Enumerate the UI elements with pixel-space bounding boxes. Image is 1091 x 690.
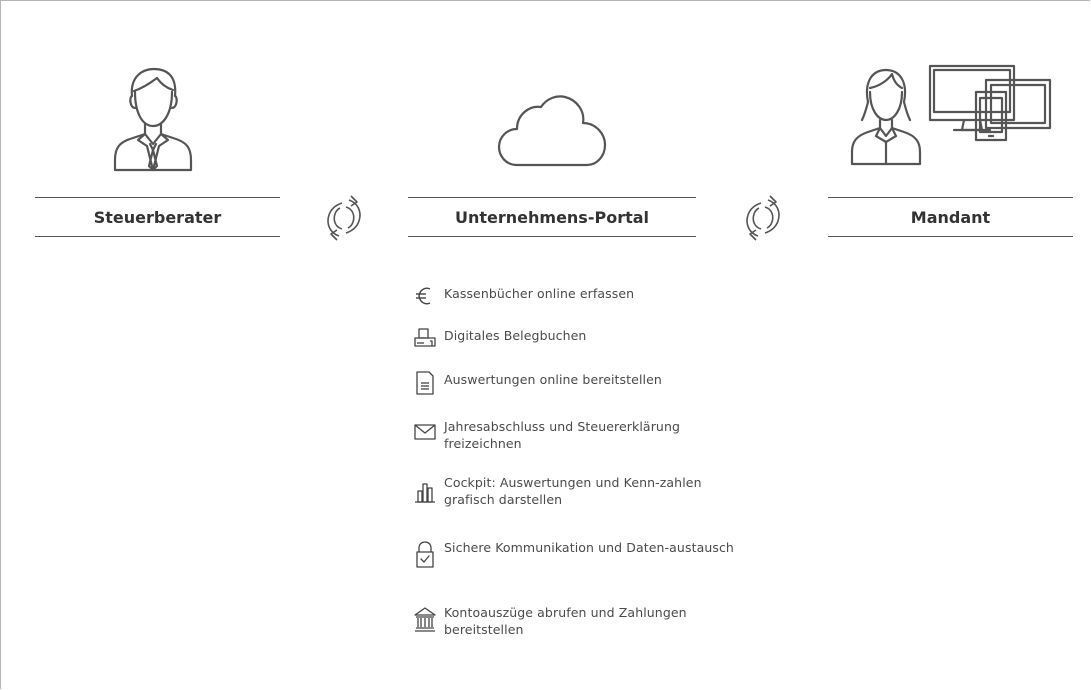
sync-icon (324, 195, 364, 245)
label-portal-text: Unternehmens-Portal (454, 207, 650, 227)
feature-text: Sichere Kommunikation und Daten-austausc… (444, 540, 734, 555)
padlock-icon (414, 539, 436, 568)
label-steuerberater: Steuerberater (35, 197, 280, 237)
feature-item: Jahresabschluss und Steuererklärung frei… (414, 418, 734, 452)
feature-text: Cockpit: Auswertungen und Kenn-zahlen gr… (444, 475, 702, 507)
businessman-icon (105, 66, 201, 174)
cloud-icon (497, 93, 609, 169)
feature-item: Digitales Belegbuchen (414, 327, 734, 351)
feature-item: Kontoauszüge abrufen und Zahlungen berei… (414, 604, 734, 638)
feature-text: Digitales Belegbuchen (444, 328, 587, 343)
client-devices-icon (846, 62, 1056, 172)
feature-item: Auswertungen online bereitstellen (414, 371, 734, 395)
scanner-icon (414, 327, 436, 351)
bar-chart-icon (414, 474, 436, 503)
feature-item: Sichere Kommunikation und Daten-austausc… (414, 539, 734, 568)
feature-text: Kontoauszüge abrufen und Zahlungen berei… (444, 605, 687, 637)
feature-text: Jahresabschluss und Steuererklärung frei… (444, 419, 681, 451)
label-mandant: Mandant (828, 197, 1073, 237)
euro-icon (414, 285, 436, 309)
feature-item: Cockpit: Auswertungen und Kenn-zahlen gr… (414, 474, 734, 508)
label-mandant-text: Mandant (910, 207, 991, 227)
envelope-icon (414, 418, 436, 442)
sync-icon (743, 195, 783, 245)
bank-icon (414, 604, 436, 632)
label-portal: Unternehmens-Portal (408, 197, 696, 237)
feature-item: Kassenbücher online erfassen (414, 285, 734, 309)
feature-text: Kassenbücher online erfassen (444, 286, 635, 301)
document-icon (414, 371, 436, 395)
feature-text: Auswertungen online bereitstellen (444, 372, 662, 387)
label-steuerberater-text: Steuerberater (93, 207, 222, 227)
